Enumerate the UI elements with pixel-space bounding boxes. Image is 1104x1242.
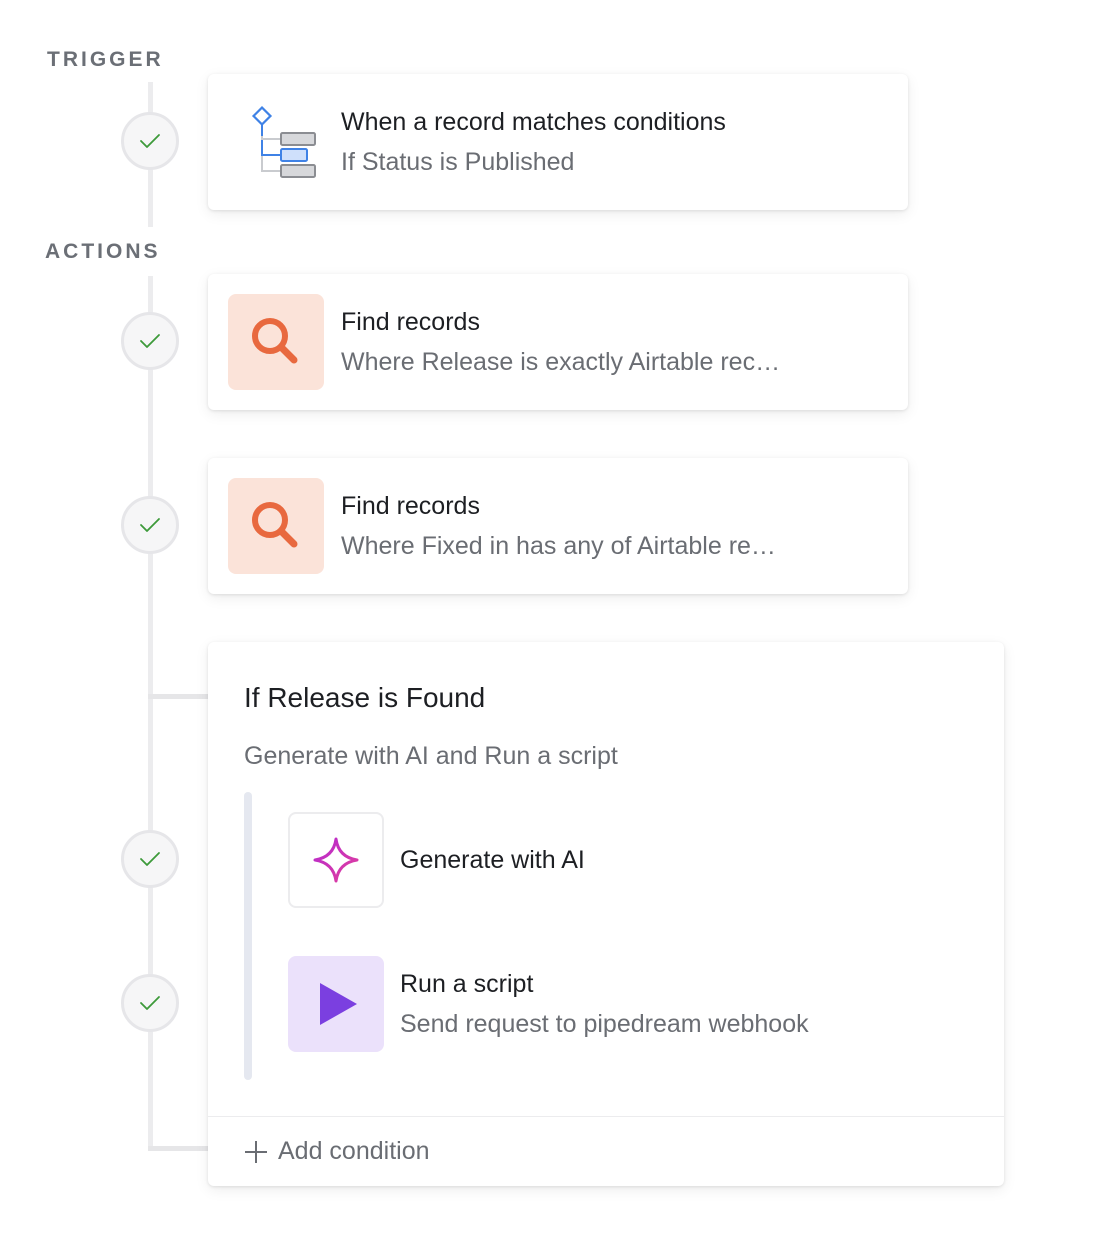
action-1-title: Find records	[341, 308, 480, 336]
trigger-section-label: TRIGGER	[47, 48, 164, 71]
run-script-subtitle: Send request to pipedream webhook	[400, 1010, 809, 1038]
action-card-find-records-1[interactable]: Find records Where Release is exactly Ai…	[208, 274, 908, 410]
check-icon	[140, 334, 160, 348]
trigger-card[interactable]: When a record matches conditions If Stat…	[208, 74, 908, 210]
check-icon	[140, 852, 160, 866]
group-connector-top	[148, 694, 210, 699]
action-2-subtitle: Where Fixed in has any of Airtable re…	[341, 532, 776, 560]
trigger-status-check	[121, 112, 179, 170]
action-2-status-check	[121, 496, 179, 554]
condition-group-branch-bar	[244, 792, 252, 1080]
actions-section-label: ACTIONS	[45, 240, 161, 263]
check-icon	[140, 996, 160, 1010]
condition-group-title[interactable]: If Release is Found	[244, 682, 485, 714]
trigger-title: When a record matches conditions	[341, 108, 726, 136]
check-icon	[140, 134, 160, 148]
action-1-subtitle: Where Release is exactly Airtable rec…	[341, 348, 781, 376]
generate-ai-title: Generate with AI	[400, 846, 585, 874]
condition-group-footer: Add condition	[208, 1116, 1004, 1186]
search-icon	[228, 294, 324, 390]
action-2-title: Find records	[341, 492, 480, 520]
trigger-subtitle: If Status is Published	[341, 148, 575, 176]
plus-icon	[245, 1140, 267, 1163]
group-connector-bottom	[148, 1146, 210, 1151]
check-icon	[140, 518, 160, 532]
add-condition-button[interactable]: Add condition	[244, 1137, 430, 1166]
run-script-status-check	[121, 974, 179, 1032]
run-script-title: Run a script	[400, 970, 534, 998]
generate-ai-status-check	[121, 830, 179, 888]
conditions-tree-icon	[228, 94, 324, 190]
play-icon	[288, 956, 384, 1052]
sparkle-icon	[288, 812, 384, 908]
add-condition-label: Add condition	[278, 1137, 430, 1165]
condition-group-subtitle: Generate with AI and Run a script	[244, 742, 618, 770]
action-1-status-check	[121, 312, 179, 370]
search-icon	[228, 478, 324, 574]
condition-group-card: If Release is Found Generate with AI and…	[208, 642, 1004, 1186]
action-card-find-records-2[interactable]: Find records Where Fixed in has any of A…	[208, 458, 908, 594]
